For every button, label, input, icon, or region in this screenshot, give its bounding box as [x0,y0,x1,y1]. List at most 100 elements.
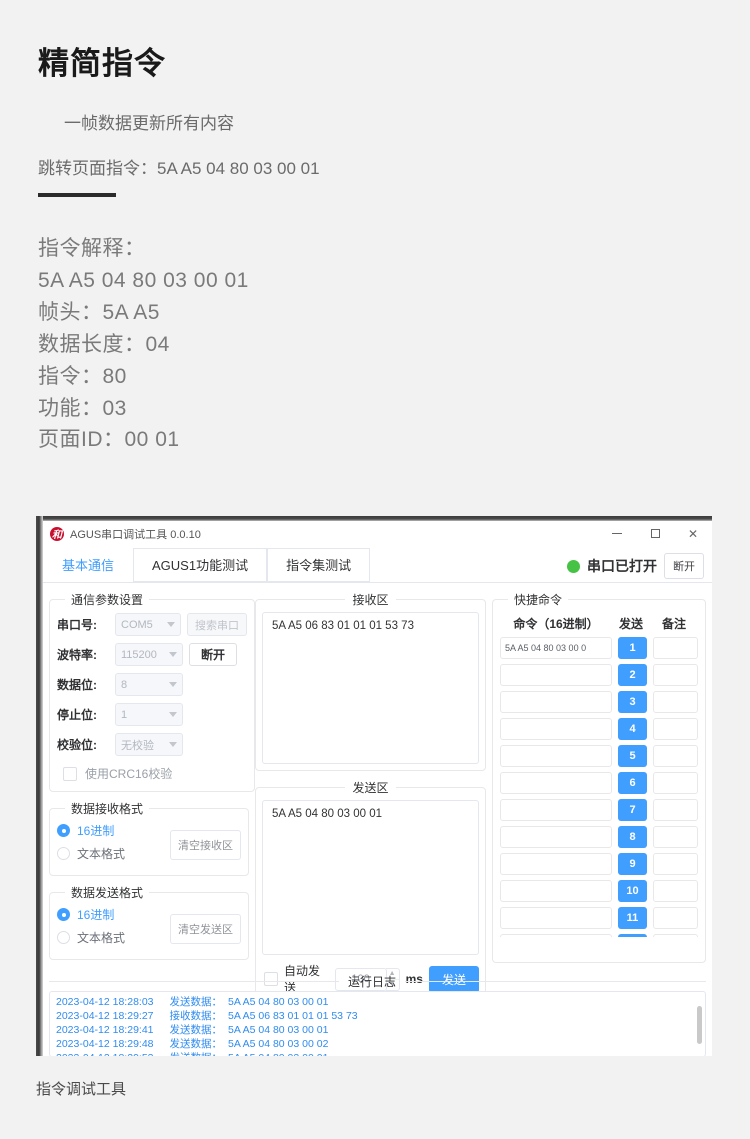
chevron-down-icon [169,682,177,687]
close-icon[interactable]: ✕ [674,521,712,546]
right-panel: 快捷命令 命令（16进制） 发送 备注 5A A5 04 80 03 00 0 … [492,591,706,971]
crc16-checkbox-row[interactable]: 使用CRC16校验 [63,765,247,782]
quick-send-button[interactable]: 11 [618,907,647,929]
tab-command-set-test[interactable]: 指令集测试 [267,548,371,582]
search-port-button[interactable]: 搜索串口 [187,613,247,636]
receive-text-radio[interactable] [57,847,70,860]
quick-command-input[interactable] [500,691,612,713]
explanation-line: 页面ID：00 01 [38,428,180,452]
tab-agus1-function-test[interactable]: AGUS1功能测试 [133,548,268,582]
tab-basic-communication[interactable]: 基本通信 [43,548,134,582]
quick-command-note-input[interactable] [653,718,698,740]
log-entry: 2023-04-12 18:29:27 接收数据： 5A A5 06 83 01 0… [56,1010,699,1024]
minimize-icon[interactable] [598,521,636,546]
clear-send-area-button[interactable]: 清空发送区 [170,914,241,944]
send-text-label: 文本格式 [77,931,126,945]
quick-command-note-input[interactable] [653,853,698,875]
communication-parameters-group: 通信参数设置 串口号: COM5 搜索串口 波特率: 115200 断开 数据位… [49,591,255,792]
quick-send-button[interactable]: 8 [618,826,647,848]
chevron-down-icon [167,622,175,627]
break-connection-button[interactable]: 断开 [189,643,238,666]
clear-receive-area-button[interactable]: 清空接收区 [170,830,241,860]
quick-command-input[interactable] [500,826,612,848]
log-entry: 2023-04-12 18:29:53 发送数据： 5A A5 04 80 03 0… [56,1052,699,1056]
send-text-radio[interactable] [57,931,70,944]
quick-command-input[interactable] [500,799,612,821]
quick-command-note-input[interactable] [653,745,698,767]
log-scrollbar[interactable] [697,1006,702,1044]
quick-command-note-input[interactable] [653,664,698,686]
quick-command-note-input[interactable] [653,907,698,929]
quick-send-button[interactable]: 1 [618,637,647,659]
disconnect-button[interactable]: 断开 [664,553,704,579]
quick-command-input[interactable] [500,880,612,902]
baudrate-select[interactable]: 115200 [115,643,183,666]
port-value: COM5 [121,618,153,631]
table-row: 5 [500,745,698,767]
quick-send-button[interactable]: 6 [618,772,647,794]
quick-command-note-input[interactable] [653,637,698,659]
send-format-hex-option[interactable]: 16进制 [57,906,170,923]
stopbits-select[interactable]: 1 [115,703,183,726]
quick-command-note-input[interactable] [653,772,698,794]
quick-command-note-input[interactable] [653,691,698,713]
quick-command-input[interactable] [500,934,612,937]
send-format-body: 16进制 文本格式 清空发送区 [57,906,241,952]
receive-hex-radio[interactable] [57,824,70,837]
quick-command-note-input[interactable] [653,880,698,902]
table-row: 12 [500,934,698,937]
quick-commands-legend: 快捷命令 [514,593,563,607]
log-timestamp: 2023-04-12 18:29:41 [56,1023,154,1036]
quick-send-button[interactable]: 7 [618,799,647,821]
log-entry: 2023-04-12 18:29:41 发送数据： 5A A5 04 80 03 0… [56,1024,699,1038]
send-textarea[interactable]: 5A A5 04 80 03 00 01 [262,800,479,955]
chevron-down-icon [169,652,177,657]
receive-format-text-option[interactable]: 文本格式 [57,845,170,862]
quick-send-button[interactable]: 12 [618,934,647,937]
serial-debug-tool-window: 和 AGUS串口调试工具 0.0.10 ✕ 基本通信 AGUS1功能测试 指令集… [36,516,712,1056]
quick-command-note-input[interactable] [653,799,698,821]
status-indicator-icon [567,559,580,573]
quick-command-note-input[interactable] [653,934,698,937]
send-format-text-option[interactable]: 文本格式 [57,929,170,946]
quick-send-button[interactable]: 4 [618,718,647,740]
receive-format-hex-option[interactable]: 16进制 [57,822,170,839]
quick-command-input[interactable] [500,718,612,740]
table-row: 10 [500,880,698,902]
quick-send-button[interactable]: 2 [618,664,647,686]
receive-textarea[interactable]: 5A A5 06 83 01 01 01 53 73 [262,612,479,764]
quick-send-button[interactable]: 3 [618,691,647,713]
crc16-checkbox[interactable] [63,766,77,781]
table-row: 4 [500,718,698,740]
quick-command-input[interactable] [500,772,612,794]
send-hex-radio[interactable] [57,908,70,921]
databits-select[interactable]: 8 [115,673,183,696]
status-badge: 串口已打开 [587,558,657,574]
param-row-stopbits: 停止位: 1 [57,703,247,726]
parity-select[interactable]: 无校验 [115,733,183,756]
quick-command-input[interactable] [500,664,612,686]
parity-value: 无校验 [121,739,154,752]
databits-label: 数据位: [57,678,97,692]
quick-send-button[interactable]: 9 [618,853,647,875]
log-direction: 接收数据： [169,1009,223,1022]
quick-command-input[interactable]: 5A A5 04 80 03 00 0 [500,637,612,659]
parity-label: 校验位: [57,738,97,752]
quick-command-note-input[interactable] [653,826,698,848]
quick-command-input[interactable] [500,745,612,767]
receive-format-group: 数据接收格式 16进制 文本格式 清空接收区 [49,800,249,876]
figure-caption: 指令调试工具 [36,1081,127,1098]
divider-rule [38,193,116,197]
quick-command-input[interactable] [500,853,612,875]
quick-send-button[interactable]: 5 [618,745,647,767]
log-data: 5A A5 04 80 03 00 02 [228,1037,329,1050]
chevron-down-icon [169,712,177,717]
param-row-port: 串口号: COM5 搜索串口 [57,613,247,636]
maximize-icon[interactable] [636,521,674,546]
table-row: 9 [500,853,698,875]
quick-send-button[interactable]: 10 [618,880,647,902]
port-select[interactable]: COM5 [115,613,181,636]
run-log-box[interactable]: 2023-04-12 18:28:03 发送数据： 5A A5 04 80 03 0… [49,991,706,1056]
quick-command-input[interactable] [500,907,612,929]
chevron-down-icon [169,742,177,747]
